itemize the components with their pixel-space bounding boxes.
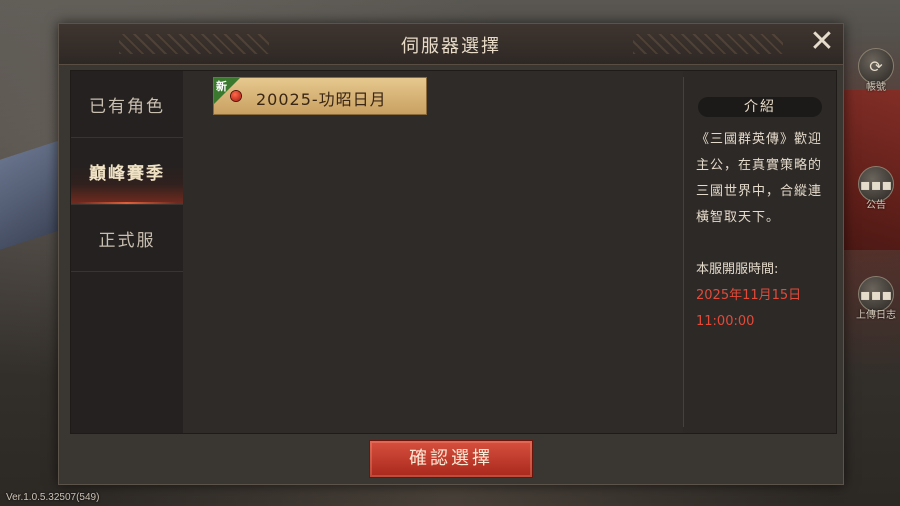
upload-log-button[interactable]: ▪▪▪ 上傳日志 [856,276,896,321]
open-time-value: 2025年11月15日 11:00:00 [696,283,826,335]
intro-description: 《三國群英傳》歡迎主公，在真實策略的三國世界中，合縱連橫智取天下。 [696,132,823,225]
account-button-label: 帳號 [866,82,886,93]
server-list: 新 20025-功昭日月 [183,71,683,433]
server-card[interactable]: 新 20025-功昭日月 [213,77,427,115]
open-time-clock: 11:00:00 [696,314,755,329]
server-category-nav: 已有角色 巔峰賽季 正式服 [71,71,183,433]
open-time-date: 2025年11月15日 [696,288,802,303]
announcement-button-label: 公告 [866,200,886,211]
nav-item-existing-roles[interactable]: 已有角色 [71,71,183,138]
server-select-dialog: 伺服器選擇 ✕ 已有角色 巔峰賽季 正式服 新 20025-功昭日月 介紹 《三… [58,23,844,485]
intro-heading: 介紹 [698,97,822,117]
open-time-label: 本服開服時間: [696,262,779,277]
version-label: Ver.1.0.5.32507(549) [6,492,100,503]
nav-item-label: 已有角色 [89,96,165,117]
nav-item-label: 巔峰賽季 [89,163,165,184]
dialog-body: 已有角色 巔峰賽季 正式服 新 20025-功昭日月 介紹 《三國群英傳》歡迎主… [70,70,837,434]
close-icon[interactable]: ✕ [807,27,837,58]
announcement-button[interactable]: ▪▪▪ 公告 [856,166,896,211]
server-name: 20025-功昭日月 [256,90,387,109]
server-status-icon [231,91,241,101]
new-badge-label: 新 [216,80,227,93]
nav-item-label: 正式服 [98,230,156,251]
nav-item-peak-season[interactable]: 巔峰賽季 [71,138,183,205]
intro-panel: 介紹 《三國群英傳》歡迎主公，在真實策略的三國世界中，合縱連橫智取天下。 本服開… [684,71,836,433]
background-flag-left [0,140,60,250]
nav-item-official-server[interactable]: 正式服 [71,205,183,272]
dialog-titlebar: 伺服器選擇 ✕ [59,24,843,65]
upload-log-button-label: 上傳日志 [856,310,896,321]
dialog-title: 伺服器選擇 [401,36,501,57]
confirm-selection-button[interactable]: 確認選擇 [369,440,533,478]
account-button[interactable]: ⟳ 帳號 [856,48,896,93]
